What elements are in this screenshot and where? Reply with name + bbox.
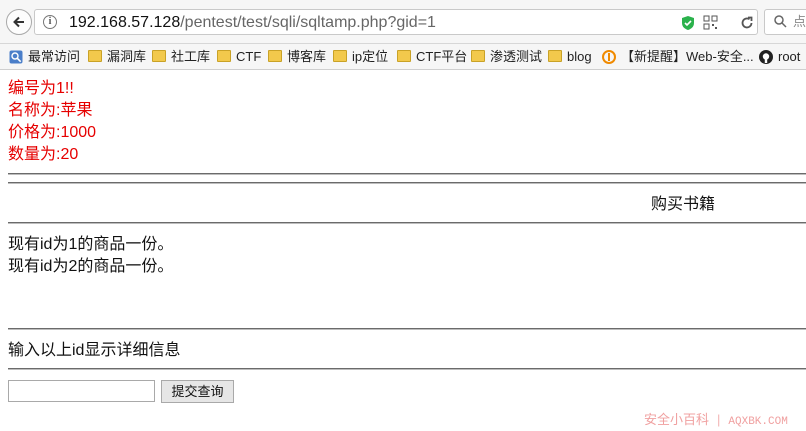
product-name: 名称为:苹果 [8,102,93,119]
folder-icon [217,50,231,62]
bookmark-social-db[interactable]: 社工库 [152,48,210,66]
reload-icon[interactable] [740,16,754,30]
bookmark-label: CTF平台 [416,49,468,64]
back-button[interactable] [6,9,32,35]
buy-books-heading: 购买书籍 [651,196,716,213]
bookmarks-bar: 最常访问 漏洞库 社工库 CTF 博客库 ip定位 CTF平台 渗透测试 blo… [0,44,806,70]
product-id: 编号为1!! [8,80,74,97]
site-logo-icon [602,50,616,64]
bookmark-label: 社工库 [171,49,211,64]
bookmark-label: 最常访问 [28,49,81,64]
bookmark-ctf[interactable]: CTF [217,48,261,66]
bookmark-ip-locate[interactable]: ip定位 [333,48,388,66]
folder-icon [397,50,411,62]
bookmark-label: root [778,49,801,64]
folder-icon [471,50,485,62]
watermark-site: 安全小百科 [644,412,710,427]
bookmark-label: 漏洞库 [107,49,147,64]
folder-icon [268,50,282,62]
divider [8,328,806,330]
bookmark-label: CTF [236,49,262,64]
folder-icon [333,50,347,62]
inventory-line: 现有id为1的商品一份。 [8,236,174,253]
url-text[interactable]: 192.168.57.128/pentest/test/sqli/sqltamp… [69,13,436,33]
folder-icon [548,50,562,62]
browser-toolbar: i 192.168.57.128/pentest/test/sqli/sqlta… [0,0,806,44]
bookmark-label: 博客库 [287,49,327,64]
product-price: 价格为:1000 [8,124,97,141]
bookmark-label: 【新提醒】Web-安全... [621,49,754,64]
divider [8,182,806,184]
bookmark-vuln-db[interactable]: 漏洞库 [88,48,146,66]
url-host: 192.168.57.128 [69,14,181,31]
github-icon [759,50,773,64]
bookmark-label: blog [567,49,592,64]
watermark-separator: | [717,412,721,427]
product-quantity: 数量为:20 [8,146,79,163]
watermark: 安全小百科 | AQXBK.COM [644,411,788,431]
bookmark-ctf-platform[interactable]: CTF平台 [397,48,467,66]
qr-code-icon[interactable] [703,15,718,30]
back-arrow-icon [13,16,24,28]
divider [8,368,806,370]
inventory-line: 现有id为2的商品一份。 [8,258,174,275]
url-path: /pentest/test/sqli/sqltamp.php?gid=1 [180,14,436,31]
search-icon [774,15,787,28]
bookmark-root[interactable]: root [759,48,800,66]
bookmark-web-security[interactable]: 【新提醒】Web-安全... [602,48,754,66]
info-icon[interactable]: i [43,15,57,29]
bookmark-pentest[interactable]: 渗透测试 [471,48,542,66]
search-hint: 点 [793,14,806,29]
address-bar[interactable]: i 192.168.57.128/pentest/test/sqli/sqlta… [34,9,758,35]
bookmark-most-visited[interactable]: 最常访问 [9,48,80,66]
folder-icon [88,50,102,62]
watermark-domain: AQXBK.COM [728,416,788,428]
divider [8,222,806,224]
bookmark-label: ip定位 [352,49,389,64]
id-input[interactable] [8,380,155,402]
folder-icon [152,50,166,62]
shield-check-icon[interactable] [681,15,695,31]
most-visited-icon [9,50,23,64]
divider [8,173,806,175]
bookmark-blog[interactable]: blog [548,48,592,66]
page-content: 编号为1!! 名称为:苹果 价格为:1000 数量为:20 [8,70,806,166]
search-box[interactable]: 点 [764,9,806,35]
prompt-text: 输入以上id显示详细信息 [8,342,181,359]
submit-query-button[interactable]: 提交查询 [161,380,234,403]
bookmark-label: 渗透测试 [490,49,543,64]
bookmark-blog-db[interactable]: 博客库 [268,48,326,66]
